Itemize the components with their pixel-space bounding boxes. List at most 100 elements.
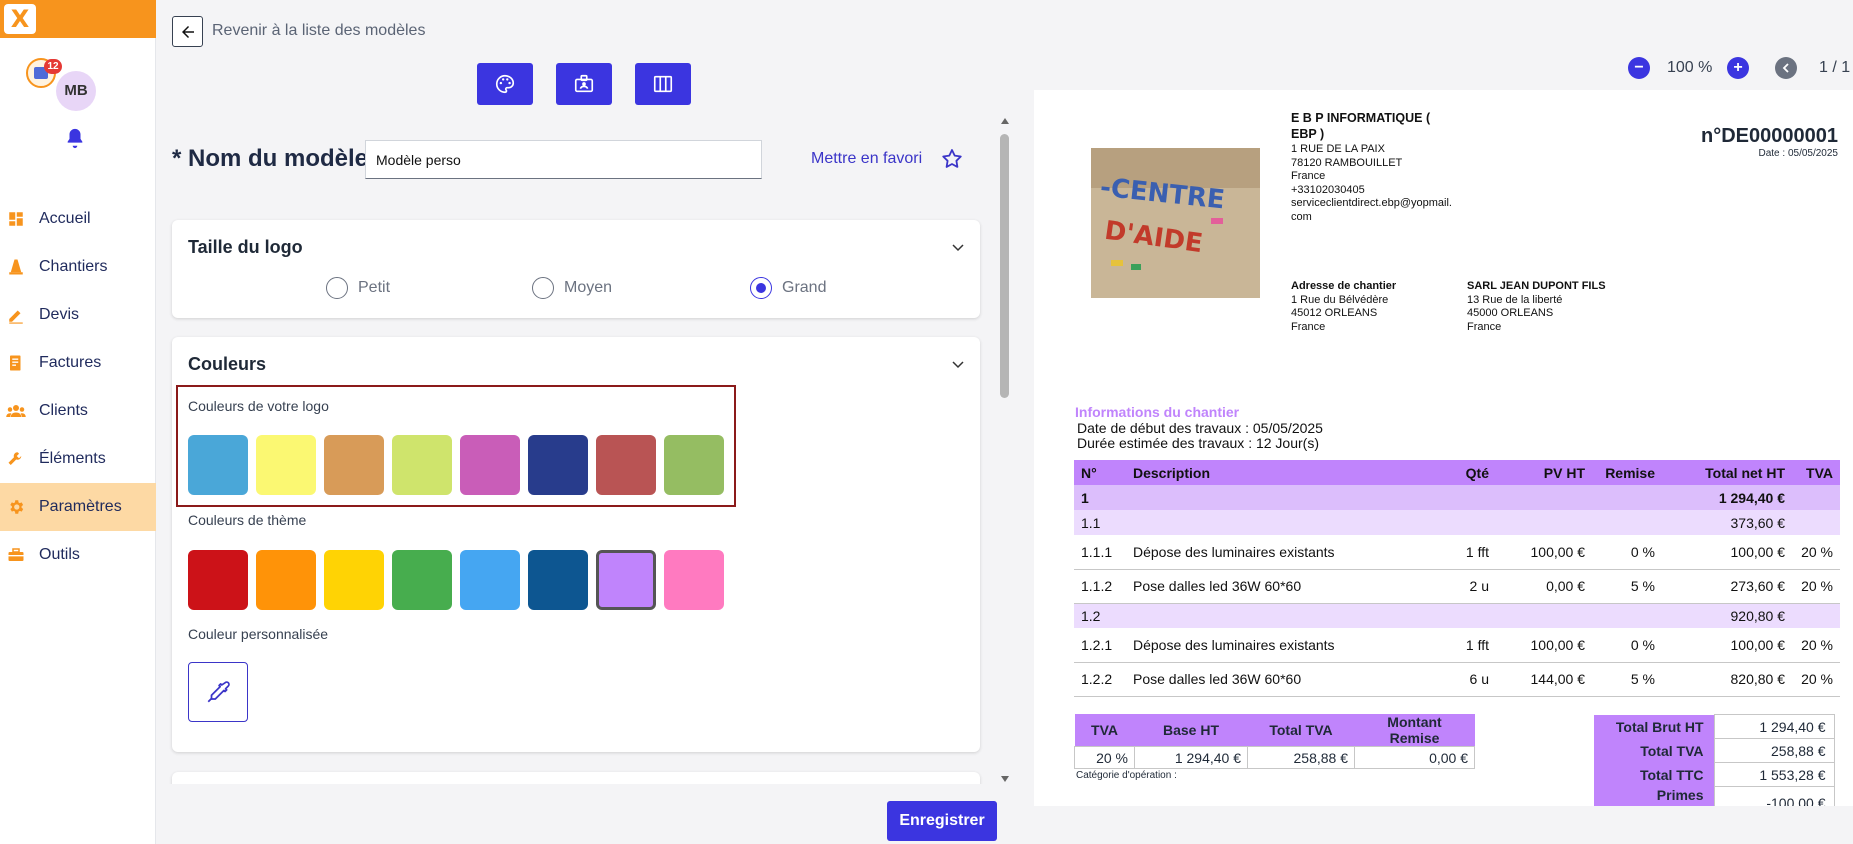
sidebar-item-label: Factures: [39, 354, 102, 371]
site-info-title: Informations du chantier: [1075, 404, 1240, 420]
model-name-input[interactable]: [365, 140, 762, 179]
totals-row: Primes Energie-100,00 €: [1594, 786, 1835, 806]
scroll-thumb[interactable]: [1000, 134, 1009, 398]
chevron-down-icon[interactable]: [952, 241, 964, 253]
color-picker-button[interactable]: [188, 662, 248, 722]
traffic-cone-icon: [6, 257, 26, 277]
theme-color-swatch[interactable]: [188, 550, 248, 610]
zoom-out-button[interactable]: −: [1628, 57, 1650, 79]
operation-category-label: Catégorie d'opération :: [1076, 770, 1177, 781]
palette-tool-button[interactable]: [477, 63, 533, 105]
company-address: 1 RUE DE LA PAIX 78120 RAMBOUILLET Franc…: [1291, 143, 1452, 224]
zoom-in-button[interactable]: +: [1727, 57, 1749, 79]
logo-color-swatch[interactable]: [596, 435, 656, 495]
pencil-icon: [6, 305, 26, 325]
sidebar-item-chantiers[interactable]: Chantiers: [0, 243, 156, 291]
address-line: 78120 RAMBOUILLET: [1291, 156, 1403, 169]
id-card-icon: [574, 74, 594, 93]
address-line: 1 Rue du Bélvédère: [1291, 293, 1389, 306]
table-cell: 6 u: [1426, 662, 1496, 697]
radio-petit[interactable]: Petit: [326, 277, 390, 299]
sidebar-item-factures[interactable]: Factures: [0, 339, 156, 387]
favorite-link[interactable]: Mettre en favori: [811, 150, 922, 168]
bell-icon[interactable]: [64, 126, 86, 150]
previous-page-button[interactable]: [1775, 57, 1797, 79]
table-cell: [1592, 603, 1662, 628]
sidebar-item-devis[interactable]: Devis: [0, 291, 156, 339]
colors-title: Couleurs: [188, 354, 267, 374]
main-nav: Accueil Chantiers Devis Factures Clients Élém…: [0, 195, 156, 579]
avatar[interactable]: MB: [56, 71, 96, 111]
table-cell: [1496, 485, 1592, 510]
company-logo-image: -CENTRE D'AIDE: [1091, 148, 1260, 298]
company-name-line: EBP ): [1291, 127, 1325, 141]
table-header: Description: [1126, 460, 1426, 485]
back-link-label[interactable]: Revenir à la liste des modèles: [212, 22, 425, 40]
quote-lines-table: N° Description Qté PV HT Remise Total net HT T…: [1074, 460, 1840, 697]
logo-color-swatch[interactable]: [528, 435, 588, 495]
radio-circle[interactable]: [326, 277, 348, 299]
identity-tool-button[interactable]: [556, 63, 612, 105]
radio-grand[interactable]: Grand: [750, 277, 826, 299]
chevron-down-icon[interactable]: [952, 358, 964, 370]
dashboard-icon: [6, 209, 26, 229]
sidebar-item-outils[interactable]: Outils: [0, 531, 156, 579]
table-cell: [1496, 603, 1592, 628]
table-cell: [1792, 485, 1840, 510]
totals-row: Total Brut HT 1 294,40 €: [1594, 714, 1835, 739]
address-line: France: [1291, 320, 1326, 333]
theme-color-swatch[interactable]: [392, 550, 452, 610]
table-cell: 5 %: [1592, 569, 1662, 604]
star-icon[interactable]: [940, 147, 964, 171]
scroll-down-arrow[interactable]: [1001, 776, 1009, 782]
totals-label: Total TTC: [1594, 762, 1714, 787]
app-logo[interactable]: X: [0, 0, 156, 38]
theme-color-swatch[interactable]: [460, 550, 520, 610]
scroll-up-arrow[interactable]: [1001, 118, 1009, 124]
logo-photo-icon: -CENTRE D'AIDE: [1091, 148, 1260, 298]
left-panel-scrollbar[interactable]: [998, 118, 1012, 784]
people-icon: [6, 401, 26, 421]
document-date: Date : 05/05/2025: [1758, 148, 1838, 159]
back-button[interactable]: [172, 16, 203, 47]
table-cell: 5 %: [1592, 662, 1662, 697]
logo-color-swatch[interactable]: [460, 435, 520, 495]
logo-color-swatch[interactable]: [256, 435, 316, 495]
logo-color-swatch[interactable]: [664, 435, 724, 495]
sidebar-item-parametres[interactable]: Paramètres: [0, 483, 156, 531]
sidebar-item-accueil[interactable]: Accueil: [0, 195, 156, 243]
table-cell: 100,00 €: [1662, 535, 1792, 570]
radio-circle[interactable]: [532, 277, 554, 299]
radio-label: Grand: [782, 279, 827, 296]
sidebar-item-clients[interactable]: Clients: [0, 387, 156, 435]
radio-moyen[interactable]: Moyen: [532, 277, 612, 299]
table-header: PV HT: [1496, 460, 1592, 485]
theme-color-swatch[interactable]: [324, 550, 384, 610]
table-cell: 0 %: [1592, 535, 1662, 570]
theme-color-swatch[interactable]: [664, 550, 724, 610]
address-line: France: [1467, 320, 1502, 333]
theme-color-swatch[interactable]: [528, 550, 588, 610]
save-button[interactable]: Enregistrer: [887, 801, 997, 841]
radio-circle-checked[interactable]: [750, 277, 772, 299]
columns-tool-button[interactable]: [635, 63, 691, 105]
model-name-label: * Nom du modèle: [172, 145, 369, 172]
table-row: 1.1.1 Dépose des luminaires existants 1 ff…: [1074, 535, 1840, 570]
table-cell: 20 %: [1792, 569, 1840, 604]
theme-color-swatch[interactable]: [596, 550, 656, 610]
totals-value: 258,88 €: [1713, 738, 1835, 763]
logo-color-swatch[interactable]: [188, 435, 248, 495]
logo-color-swatch[interactable]: [392, 435, 452, 495]
document-number: n°DE00000001: [1701, 125, 1838, 147]
palette-icon: [496, 74, 515, 94]
logo-color-swatch[interactable]: [324, 435, 384, 495]
panel-footer: [156, 784, 1001, 844]
sidebar-item-elements[interactable]: Éléments: [0, 435, 156, 483]
document-preview: -CENTRE D'AIDE E B P INFORMATIQUE ( EBP …: [1034, 90, 1853, 806]
sidebar-item-label: Outils: [39, 546, 80, 563]
theme-color-swatch[interactable]: [256, 550, 316, 610]
vat-cell: 0,00 €: [1354, 746, 1475, 769]
totals-table: Total Brut HT 1 294,40 € Total TVA 258,88 €…: [1594, 714, 1835, 806]
table-cell: 0,00 €: [1496, 569, 1592, 604]
gear-icon: [6, 497, 26, 517]
